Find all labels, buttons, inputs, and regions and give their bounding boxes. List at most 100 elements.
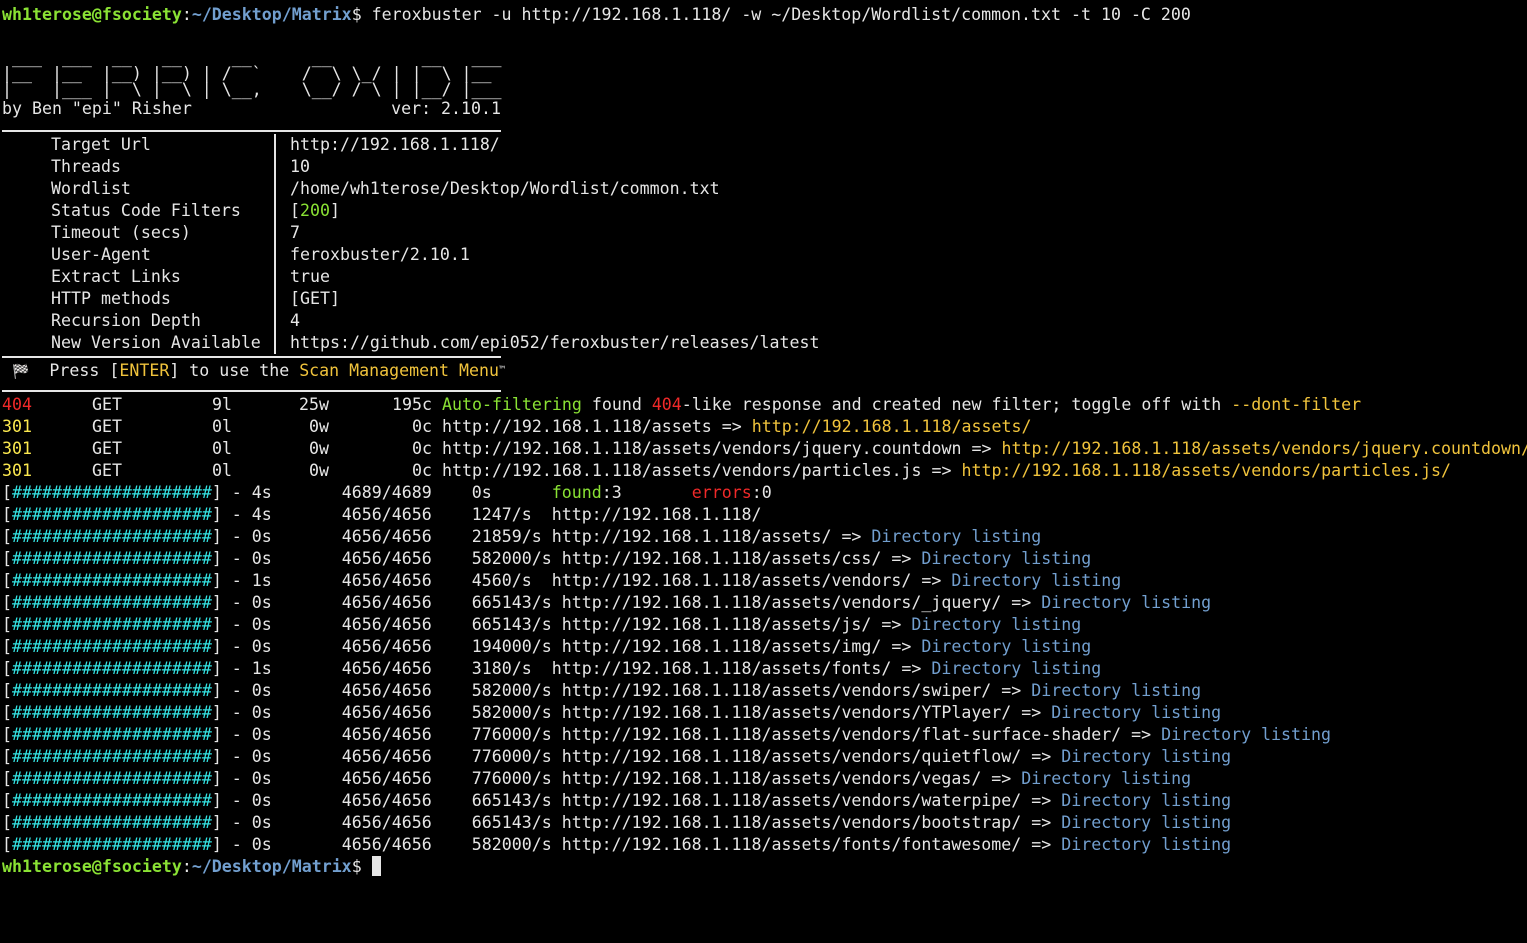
request-count: 4656/4656 [341,813,432,832]
config-key: New Version Available [51,333,261,352]
config-key: Status Code Filters [51,201,241,220]
config-key: Target Url [51,135,151,154]
config-value: http://192.168.1.118/ [290,135,500,154]
progress-row: [####################] - 0s 4656/4656 6651… [2,593,1212,612]
status-code: 301 [2,417,32,436]
directory-listing-label: Directory listing [1161,725,1331,744]
command-line: wh1terose@fsociety:~/Desktop/Matrix$ fer… [2,4,1527,26]
progress-bar: #################### [12,483,212,502]
prompt-symbol: $ [351,857,362,876]
progress-bar: #################### [12,725,212,744]
progress-row: [####################] - 4s 4656/4656 1247… [2,505,762,524]
ascii-banner: ___ ___ __ __ __ __ __ ___ |__ |__ |__) … [2,48,502,99]
progress-bar: #################### [12,813,212,832]
trademark-mark: ™ [499,365,506,376]
rate: 665143/s [471,615,552,634]
progress-bar: #################### [12,527,212,546]
elapsed-time: 1s [251,571,272,590]
progress-row: [####################] - 0s 4656/4656 5820… [2,835,1232,854]
progress-bar: #################### [12,571,212,590]
progress-bar: #################### [12,659,212,678]
progress-bar: #################### [12,637,212,656]
scanned-url: http://192.168.1.118/assets/js/ [561,615,872,634]
elapsed-time: 0s [251,703,272,722]
config-value: [GET] [290,289,340,308]
config-table: Target Url Threads Wordlist Status Code Fil… [2,134,1527,354]
status-code: 301 [2,439,32,458]
terminal-window[interactable]: wh1terose@fsociety:~/Desktop/Matrix$ fer… [0,0,1527,943]
command-text: feroxbuster -u http://192.168.1.118/ -w … [361,5,1191,24]
config-key: Wordlist [51,179,131,198]
elapsed-time: 0s [251,725,272,744]
progress-bar: #################### [12,769,212,788]
directory-listing-label: Directory listing [1061,747,1232,766]
progress-bar: #################### [12,549,212,568]
request-count: 4656/4656 [341,637,432,656]
progress-bar: #################### [12,835,212,854]
scanned-url: http://192.168.1.118/ [551,505,762,524]
request-count: 4656/4656 [341,703,432,722]
progress-bar: #################### [12,747,212,766]
response-url: http://192.168.1.118/assets/vendors/part… [442,461,922,480]
final-prompt-line[interactable]: wh1terose@fsociety:~/Desktop/Matrix$ [2,856,1527,878]
text-cursor[interactable] [371,856,381,876]
redirect-target: http://192.168.1.118/assets/vendors/jque… [1001,439,1527,458]
word-count: 25w [299,395,329,414]
http-method: GET [92,439,122,458]
rate: 776000/s [471,725,552,744]
scanned-url: http://192.168.1.118/assets/img/ [561,637,882,656]
rate: 0s [471,483,492,502]
redirect-target: http://192.168.1.118/assets/ [751,417,1032,436]
scanned-url: http://192.168.1.118/assets/vendors/wate… [561,791,1022,810]
word-count: 0w [309,439,329,458]
elapsed-time: 0s [251,813,272,832]
menu-hint: 🏁 Press [ENTER] to use the Scan Manageme… [2,360,1527,382]
config-key: Extract Links [51,267,181,286]
config-keys: Target Url Threads Wordlist Status Code Fil… [2,134,276,354]
response-text: -like response and created new filter; t… [681,395,1232,414]
directory-listing-label: Directory listing [1021,769,1192,788]
elapsed-time: 0s [251,549,272,568]
checkered-flag-icon: 🏁 [12,364,30,380]
directory-listing-label: Directory listing [1061,791,1232,810]
scanned-url: http://192.168.1.118/assets/vendors/_jqu… [561,593,1002,612]
config-value-suffix: ] [329,201,340,220]
rate: 21859/s [471,527,542,546]
response-list: 404 GET 9l 25w 195c Auto-filtering found 404… [2,394,1527,482]
elapsed-time: 0s [251,615,272,634]
elapsed-time: 0s [251,593,272,612]
scanned-url: http://192.168.1.118/assets/vendors/ [551,571,912,590]
scanned-url: http://192.168.1.118/assets/css/ [561,549,882,568]
request-count: 4656/4656 [341,615,432,634]
config-value: true [290,267,330,286]
scanned-url: http://192.168.1.118/assets/fonts/ [551,659,892,678]
progress-bar: #################### [12,791,212,810]
scanned-url: http://192.168.1.118/assets/vendors/quie… [561,747,1022,766]
request-count: 4656/4656 [341,505,432,524]
config-key: HTTP methods [51,289,171,308]
scanned-url: http://192.168.1.118/assets/vendors/boot… [561,813,1022,832]
word-count: 0w [309,461,329,480]
http-method: GET [92,395,122,414]
directory-listing-label: Directory listing [921,549,1092,568]
char-count: 0c [412,439,432,458]
config-key: Timeout (secs) [51,223,191,242]
response-url: http://192.168.1.118/assets/vendors/jque… [442,439,962,458]
elapsed-time: 0s [251,637,272,656]
response-row: 404 GET 9l 25w 195c Auto-filtering found 404… [2,394,1527,416]
progress-row: [####################] - 0s 4656/4656 1940… [2,637,1092,656]
elapsed-time: 0s [251,835,272,854]
progress-row: [####################] - 0s 4656/4656 6651… [2,791,1232,810]
prompt-user-host: wh1terose@fsociety [2,5,182,24]
scanned-url: http://192.168.1.118/assets/vendors/vega… [561,769,982,788]
request-count: 4656/4656 [341,527,432,546]
rate: 582000/s [471,835,552,854]
config-value: 10 [290,157,310,176]
status-code: 404 [2,395,32,414]
banner-author: by Ben "epi" Risher [2,99,192,118]
rate: 582000/s [471,549,552,568]
menu-hint-text: Press [ [49,361,120,380]
word-count: 0w [309,417,329,436]
scanned-url: http://192.168.1.118/assets/vendors/YTPl… [561,703,1012,722]
progress-row: [####################] - 0s 4656/4656 2185… [2,527,1042,546]
